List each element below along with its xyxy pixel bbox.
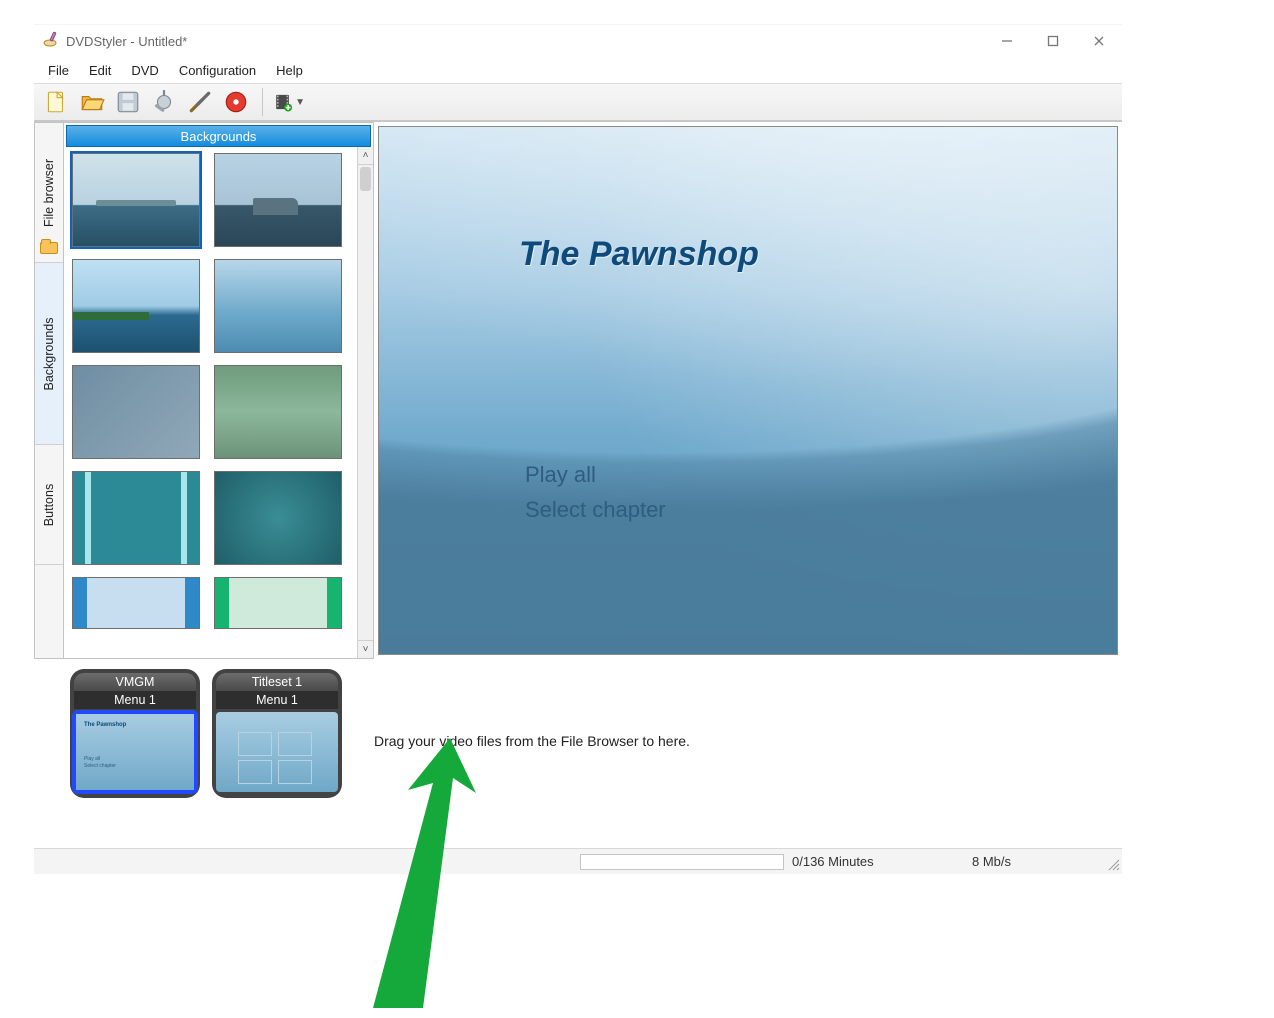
- resize-grip-icon[interactable]: [1102, 853, 1120, 871]
- options-button[interactable]: [148, 86, 180, 118]
- menu-edit[interactable]: Edit: [79, 61, 121, 80]
- open-button[interactable]: [76, 86, 108, 118]
- sidetab-file-browser[interactable]: File browser: [35, 123, 63, 263]
- scroll-up-icon[interactable]: ˄: [358, 147, 373, 165]
- statusbar: 0/136 Minutes 8 Mb/s: [34, 848, 1122, 874]
- titlebar: DVDStyler - Untitled*: [34, 25, 1122, 57]
- dvd-menu-item-play-all[interactable]: Play all: [525, 457, 666, 492]
- timeline-tile-vmgm[interactable]: VMGM Menu 1 The Pawnshop Play all Select…: [70, 669, 200, 798]
- capacity-meter: [580, 854, 784, 870]
- work-area: File browser Backgrounds Buttons Backgro…: [34, 121, 1122, 659]
- background-thumb[interactable]: [72, 365, 200, 459]
- scroll-down-icon[interactable]: ˅: [358, 640, 373, 658]
- window-title: DVDStyler - Untitled*: [66, 34, 187, 49]
- timeline-tile-titleset1[interactable]: Titleset 1 Menu 1: [212, 669, 342, 798]
- menu-preview: The Pawnshop Play all Select chapter: [374, 122, 1122, 659]
- backgrounds-scroll: ˄ ˅: [64, 147, 373, 658]
- timeline[interactable]: VMGM Menu 1 The Pawnshop Play all Select…: [34, 659, 1122, 819]
- maximize-button[interactable]: [1030, 25, 1076, 57]
- tile-thumb-title: The Pawnshop: [84, 722, 126, 728]
- sidetab-spacer: [35, 565, 63, 658]
- tile-thumbnail[interactable]: The Pawnshop Play all Select chapter: [74, 712, 196, 792]
- menubar: File Edit DVD Configuration Help: [34, 57, 1122, 83]
- side-tabs: File browser Backgrounds Buttons: [34, 122, 64, 659]
- background-thumb[interactable]: [72, 153, 200, 247]
- new-button[interactable]: [40, 86, 72, 118]
- preview-wave-decoration: [378, 327, 1118, 654]
- sidetab-label: Buttons: [42, 483, 56, 525]
- dvd-menu-links: Play all Select chapter: [525, 457, 666, 527]
- menu-dvd[interactable]: DVD: [121, 61, 168, 80]
- toolbar-separator: [262, 88, 263, 116]
- scrollbar-thumb[interactable]: [360, 167, 371, 191]
- save-button[interactable]: [112, 86, 144, 118]
- backgrounds-header: Backgrounds: [66, 125, 371, 147]
- background-thumb[interactable]: [214, 471, 342, 565]
- app-icon: [42, 30, 60, 53]
- tile-group-label: Titleset 1: [216, 673, 338, 691]
- menu-preview-canvas[interactable]: The Pawnshop Play all Select chapter: [378, 126, 1118, 655]
- toolbar: ▼: [34, 83, 1122, 121]
- folder-icon: [40, 242, 58, 256]
- status-bitrate: 8 Mb/s: [972, 854, 1102, 869]
- status-minutes: 0/136 Minutes: [792, 854, 972, 869]
- background-thumb[interactable]: [214, 365, 342, 459]
- dvd-menu-item-select-chapter[interactable]: Select chapter: [525, 492, 666, 527]
- timeline-drop-hint: Drag your video files from the File Brow…: [374, 733, 690, 749]
- menu-file[interactable]: File: [38, 61, 79, 80]
- window-controls: [984, 25, 1122, 57]
- tile-thumb-line: Select chapter: [84, 763, 116, 769]
- background-thumb[interactable]: [214, 259, 342, 353]
- sidetab-backgrounds[interactable]: Backgrounds: [35, 263, 63, 445]
- close-button[interactable]: [1076, 25, 1122, 57]
- dvd-title-text[interactable]: The Pawnshop: [519, 235, 759, 274]
- caret-down-icon: ▼: [295, 97, 305, 108]
- app-window: DVDStyler - Untitled* File Edit DVD Conf…: [34, 24, 1122, 874]
- menu-help[interactable]: Help: [266, 61, 313, 80]
- minimize-button[interactable]: [984, 25, 1030, 57]
- background-thumb[interactable]: [214, 153, 342, 247]
- backgrounds-panel: Backgrounds: [64, 122, 374, 659]
- menu-configuration[interactable]: Configuration: [169, 61, 266, 80]
- add-title-dropdown[interactable]: ▼: [273, 86, 305, 118]
- sidetab-label: Backgrounds: [42, 317, 56, 390]
- background-thumb[interactable]: [72, 259, 200, 353]
- background-thumb[interactable]: [72, 471, 200, 565]
- sidetab-label: File browser: [42, 158, 56, 226]
- sidetab-buttons[interactable]: Buttons: [35, 445, 63, 565]
- tile-thumbnail[interactable]: [216, 712, 338, 792]
- tools-button[interactable]: [184, 86, 216, 118]
- titlebar-left: DVDStyler - Untitled*: [42, 30, 187, 53]
- tile-menu-label: Menu 1: [216, 691, 338, 709]
- tile-thumb-line: Play all: [84, 756, 100, 762]
- tile-menu-label: Menu 1: [74, 691, 196, 709]
- background-thumb[interactable]: [72, 577, 200, 629]
- background-thumb[interactable]: [214, 577, 342, 629]
- burn-button[interactable]: [220, 86, 252, 118]
- backgrounds-scrollbar[interactable]: ˄ ˅: [357, 147, 373, 658]
- tile-group-label: VMGM: [74, 673, 196, 691]
